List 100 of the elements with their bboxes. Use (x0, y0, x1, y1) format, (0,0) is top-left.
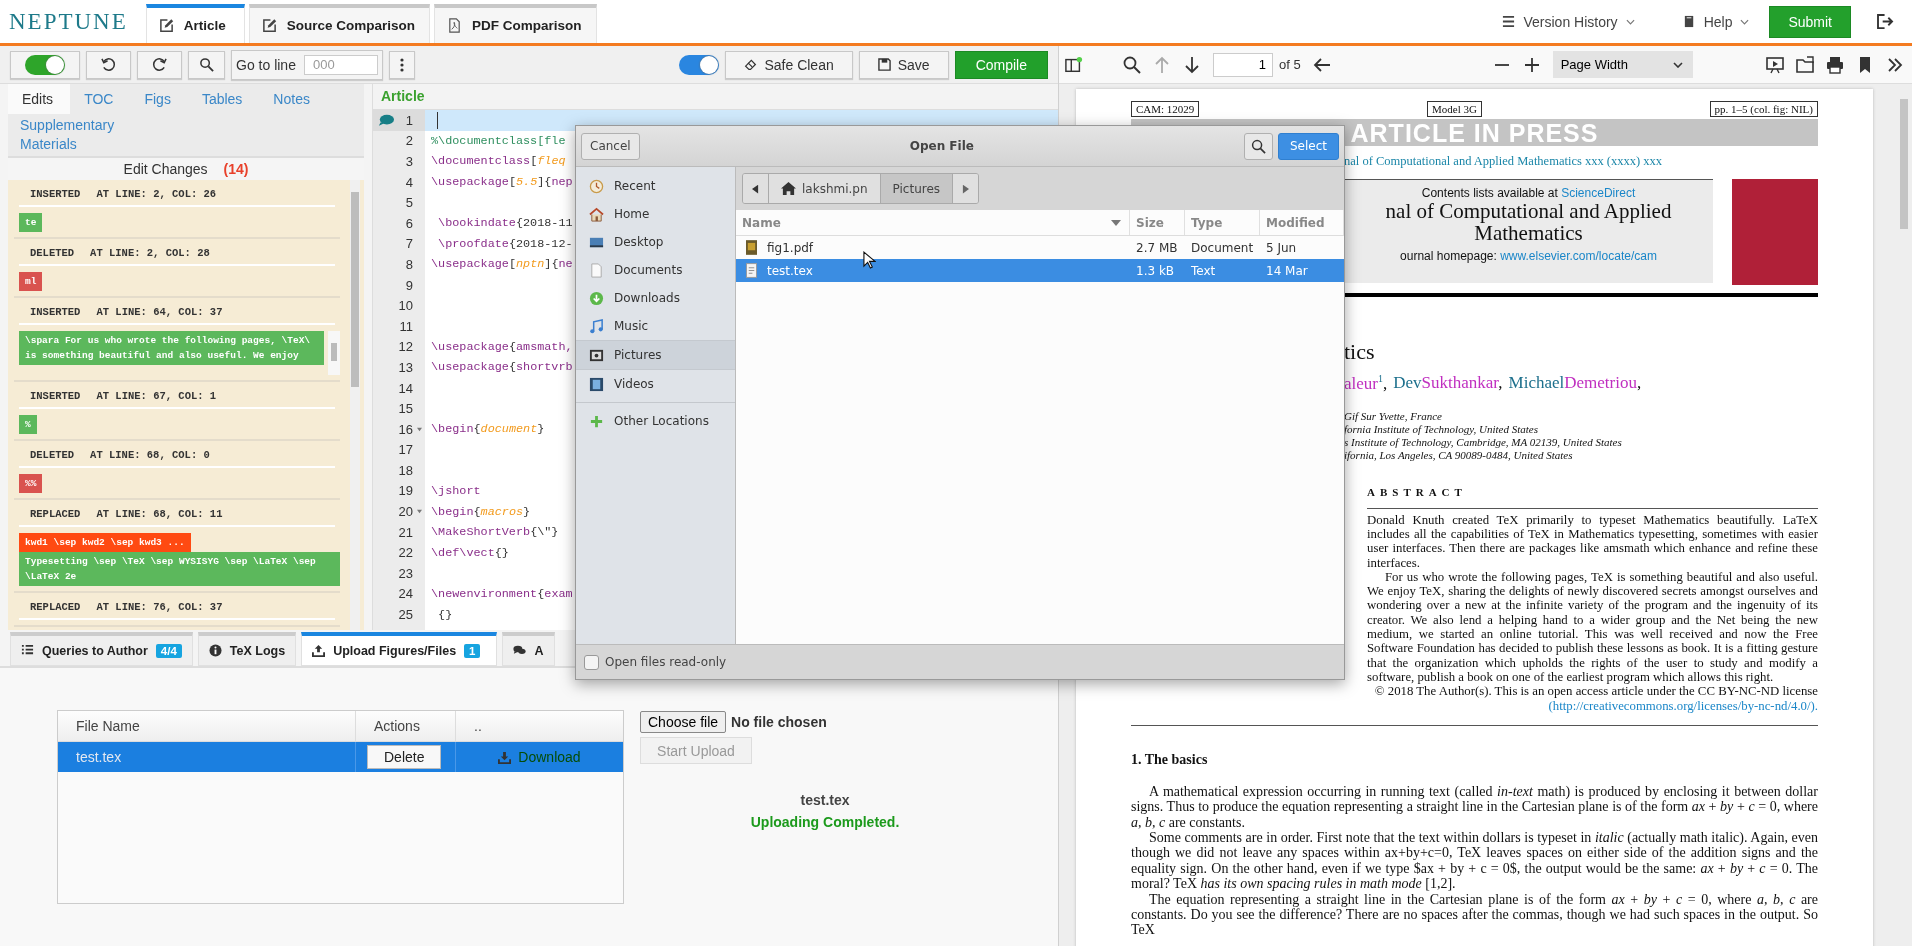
checkbox[interactable] (584, 654, 599, 670)
scrollbar[interactable] (350, 180, 360, 630)
file-name: test.tex (767, 263, 813, 278)
code-line: \usepackage[5.5]{nep (431, 175, 573, 190)
line-number: 21 (398, 524, 413, 540)
path-button[interactable]: Pictures (880, 174, 954, 203)
sort-caret-icon (1111, 219, 1121, 226)
cancel-button[interactable]: Cancel (581, 132, 640, 160)
change-location: AT LINE: 64, COL: 37 (96, 306, 223, 318)
removed-text: %% (19, 474, 43, 493)
code-line: %\documentclass[fle (431, 133, 566, 148)
comment-icon[interactable] (378, 114, 394, 127)
toggle-switch[interactable] (25, 54, 65, 75)
delete-button[interactable]: Delete (367, 745, 442, 769)
down-arrow-icon[interactable] (1183, 55, 1201, 74)
search-button[interactable] (1243, 132, 1273, 160)
line-number-field[interactable]: 000 (303, 54, 378, 75)
code-line: \usepackage{amsmath, (431, 339, 573, 354)
panel-tab[interactable]: Queries to Author 4/4 (10, 632, 193, 666)
path-button[interactable]: lakshmi.pn (769, 174, 881, 203)
clean-button[interactable]: Safe Clean (725, 50, 853, 79)
view-tab[interactable]: PDF Comparison (434, 4, 597, 43)
checkbox-label: Open files read-only (605, 655, 727, 669)
list-icon (1502, 15, 1516, 28)
toggle-button[interactable] (10, 50, 80, 79)
section-heading: 1. The basics (1131, 751, 1209, 768)
line-number: 9 (405, 277, 413, 293)
left-arrow-icon[interactable] (1312, 55, 1331, 74)
line-number: 16 (398, 421, 413, 437)
view-tab[interactable]: Source Comparison (248, 4, 431, 43)
panel-tab[interactable]: TeX Logs (197, 632, 297, 666)
place-item[interactable]: Desktop (576, 228, 735, 256)
presentation-icon[interactable] (1766, 55, 1784, 74)
place-item[interactable]: Home (576, 200, 735, 228)
choose-file-button[interactable]: Choose file (640, 711, 727, 733)
menu-button[interactable]: Help (1668, 13, 1764, 30)
place-item[interactable]: Music (576, 312, 735, 340)
code-line: \begin{macros} (431, 504, 531, 519)
scrollbar[interactable] (328, 331, 340, 375)
header-label: pp. 1–5 (col. fig: NIL) (1709, 101, 1818, 117)
code-line: \MakeShortVerb{\"} (431, 525, 559, 540)
zoom-select[interactable]: Page Width (1552, 51, 1693, 78)
fold-caret-icon[interactable] (415, 426, 423, 432)
zoom-in-icon[interactable] (1522, 55, 1541, 74)
change-type: REPLACED (30, 601, 81, 613)
line-number: 24 (398, 586, 413, 602)
line-number: 4 (405, 174, 413, 190)
license-link[interactable]: (http://creativecommons.org/licenses/by-nc-nd/4.0/). (1548, 698, 1818, 713)
editor-title: Article (373, 84, 1058, 110)
print-icon[interactable] (1826, 55, 1844, 74)
plus-icon (589, 413, 604, 429)
place-item[interactable]: Videos (576, 370, 735, 398)
undo-button[interactable] (86, 50, 131, 79)
file-status: No file chosen (731, 714, 827, 730)
affiliation: Gif Sur Yvette, France (1344, 409, 1443, 423)
change-type: DELETED (30, 449, 75, 461)
folder-icon[interactable] (1796, 55, 1814, 74)
journal-reference: nal of Computational and Applied Mathematics xxx (xxxx) xxx (1344, 154, 1663, 169)
added-text: \spara For us who wrote the following pages, \TeX\ is something beautiful and also useful. We enjoy (19, 331, 324, 365)
section-title: Edit Changes (123, 161, 208, 177)
count-badge: 1 (464, 643, 481, 658)
save-button[interactable]: Save (858, 50, 949, 79)
view-tab[interactable]: Article (145, 4, 245, 43)
search-icon[interactable] (1123, 55, 1141, 74)
search-button[interactable] (188, 50, 225, 79)
homepage-line: ournal homepage: www.elsevier.com/locate/cam (1400, 249, 1657, 263)
header-label: CAM: 12029 (1131, 101, 1200, 117)
uploaded-file-name: test.tex (800, 792, 850, 808)
change-location: AT LINE: 68, COL: 11 (96, 508, 223, 520)
code-line: \jshort (431, 484, 481, 498)
code-line: \bookindate{2018-11 (437, 216, 573, 231)
file-row[interactable]: test.tex Delete Download (58, 742, 623, 772)
back-button[interactable] (743, 174, 769, 203)
redo-button[interactable] (137, 50, 182, 79)
change-type: DELETED (30, 247, 75, 259)
abstract-paragraph: Donald Knuth created TeX primarily to typeset Mathematics beautifully. LaTeX includes all the capabilities of TeX in Mathematics typesetting, sometimes with easier user interfaces. Then there are packages like amsmath which enhance and refine these interfaces. (1367, 512, 1818, 570)
place-item[interactable]: Downloads (576, 284, 735, 312)
music-note-icon (589, 318, 604, 334)
pdf-file-icon (447, 18, 463, 33)
panel-tab[interactable]: Upload Figures/Files 1 (301, 632, 498, 666)
affiliation: fornia Institute of Technology, United States (1344, 422, 1539, 436)
header-label: Model 3G (1427, 101, 1482, 117)
panel-tab[interactable]: Edits (8, 84, 71, 114)
toggle-switch[interactable] (679, 54, 720, 75)
column-header: File Name (58, 711, 356, 741)
menu-button[interactable]: Version History (1488, 13, 1649, 30)
place-item[interactable]: Recent (576, 172, 735, 200)
page-number-field[interactable]: 1 (1213, 52, 1273, 77)
place-item[interactable]: Pictures (576, 340, 735, 370)
logout-icon[interactable] (1877, 14, 1894, 29)
line-number: 13 (398, 359, 413, 375)
double-chevron-icon[interactable] (1886, 55, 1904, 74)
place-item[interactable]: Other Locations (576, 407, 735, 435)
panel-tab[interactable]: A (502, 632, 555, 666)
sidebar-toggle-icon[interactable] (1065, 55, 1083, 74)
place-item[interactable]: Documents (576, 256, 735, 284)
line-number: 2 (405, 133, 413, 149)
forward-button[interactable] (953, 174, 979, 203)
fold-caret-icon[interactable] (415, 509, 423, 515)
file-row[interactable]: fig1.pdf 2.7 MB Document 5 Jun (736, 236, 1344, 259)
